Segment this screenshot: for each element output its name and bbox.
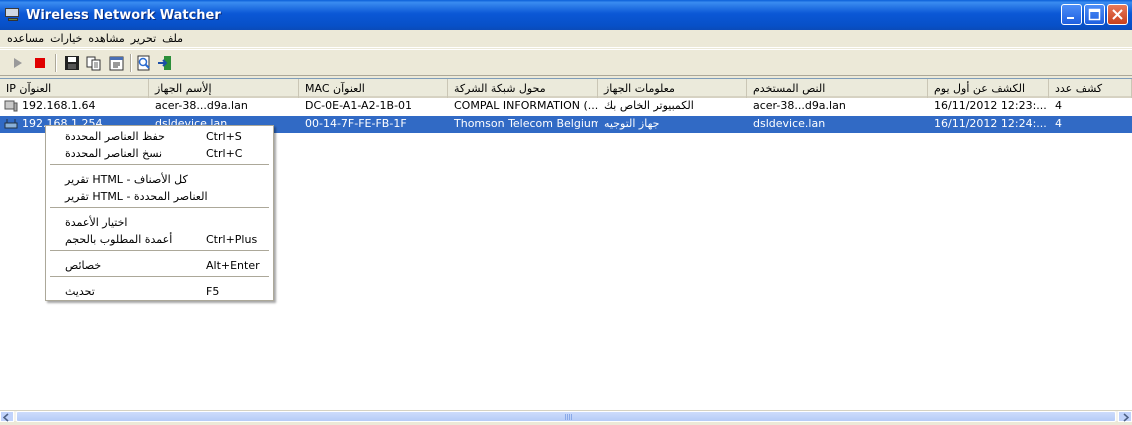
menu-item-refresh[interactable]: تحديث F5 [48,283,271,300]
column-mac[interactable]: MAC العنوآن [299,79,448,98]
menu-separator [50,164,269,166]
html-report-icon [137,55,150,71]
menu-item-label: نسخ العناصر المحددة [65,147,163,160]
menu-item-label: العناصر المحددة - HTML تقرير [65,190,208,203]
minimize-button[interactable] [1061,4,1082,25]
minimize-icon [1067,17,1074,19]
scroll-thumb[interactable] [16,411,1116,422]
scroll-right-button[interactable] [1118,411,1132,422]
save-button[interactable] [62,53,82,73]
cell-first-detected: 16/11/2012 12:24:... [934,117,1047,130]
menu-bar: ملف تحرير مشاهده خيارات مساعده [0,30,1132,48]
column-adapter[interactable]: محول شبكة الشركة [448,79,598,98]
menu-item-label: اختيار الأعمدة [65,216,128,229]
menu-separator [50,250,269,252]
cell-device-info: الكمبيوتر الخاص بك [604,99,694,112]
cell-device-name: acer-38...d9a.lan [155,99,248,112]
maximize-icon [1088,8,1101,21]
exit-icon [158,56,171,70]
app-icon [4,7,22,23]
menu-item-label: كل الأصناف - HTML تقرير [65,173,188,186]
menu-item-label: تحديث [65,285,95,298]
menu-help[interactable]: مساعده [4,31,47,46]
cell-first-detected: 16/11/2012 12:23:... [934,99,1047,112]
menu-item-copy-selected[interactable]: نسخ العناصر المحددة Ctrl+C [48,145,271,162]
menu-item-shortcut: Ctrl+S [206,130,242,143]
stop-button[interactable] [30,53,50,73]
menu-item-save-selected[interactable]: حفظ العناصر المحددة Ctrl+S [48,128,271,145]
menu-item-shortcut: F5 [206,285,220,298]
cell-detection-count: 4 [1055,117,1062,130]
cell-adapter: COMPAL INFORMATION (... [454,99,598,112]
cell-device-info: جهاز التوجيه [604,117,660,130]
menu-options[interactable]: خيارات [47,31,85,46]
menu-item-choose-columns[interactable]: اختيار الأعمدة [48,214,271,231]
window-title: Wireless Network Watcher [26,7,221,23]
column-detection-count[interactable]: كشف عدد [1049,79,1132,98]
column-header-row: العنوآن IP إلأسم الجهاز MAC العنوآن محول… [0,79,1132,98]
save-icon [65,56,79,70]
cell-detection-count: 4 [1055,99,1062,112]
cell-mac: 00-14-7F-FE-FB-1F [305,117,407,130]
toolbar [0,49,1132,76]
menu-item-properties[interactable]: خصائص Alt+Enter [48,257,271,274]
column-first-detected[interactable]: الكشف عن أول يوم [928,79,1049,98]
exit-button[interactable] [155,53,175,73]
copy-icon [86,56,101,71]
maximize-button[interactable] [1084,4,1105,25]
start-button[interactable] [8,53,28,73]
menu-item-label: أعمدة المطلوب بالحجم [65,233,173,246]
context-menu: حفظ العناصر المحددة Ctrl+S نسخ العناصر ا… [45,125,274,301]
menu-item-auto-size-columns[interactable]: أعمدة المطلوب بالحجم Ctrl+Plus [48,231,271,248]
menu-edit[interactable]: تحرير [128,31,159,46]
menu-item-shortcut: Ctrl+C [206,147,243,160]
column-device-info[interactable]: معلومات الجهاز [598,79,747,98]
cell-ip: 192.168.1.64 [22,99,96,112]
html-report-button[interactable] [134,53,154,73]
properties-button[interactable] [107,53,127,73]
menu-separator [50,207,269,209]
cell-mac: DC-0E-A1-A2-1B-01 [305,99,413,112]
menu-view[interactable]: مشاهده [85,31,127,46]
menu-item-html-report-all[interactable]: كل الأصناف - HTML تقرير [48,171,271,188]
title-bar[interactable]: Wireless Network Watcher [0,0,1132,30]
close-icon [1112,9,1123,20]
column-user-text[interactable]: النص المستخدم [747,79,928,98]
close-button[interactable] [1107,4,1128,25]
menu-item-label: حفظ العناصر المحددة [65,130,165,143]
table-row[interactable]: 192.168.1.64 acer-38...d9a.lan DC-0E-A1-… [0,98,1132,115]
cell-user-text: acer-38...d9a.lan [753,99,846,112]
properties-icon [109,56,124,71]
stop-icon [35,58,45,68]
column-device-name[interactable]: إلأسم الجهاز [149,79,299,98]
menu-item-html-report-selected[interactable]: العناصر المحددة - HTML تقرير [48,188,271,205]
column-ip[interactable]: العنوآن IP [0,79,149,98]
menu-file[interactable]: ملف [159,31,186,46]
menu-item-shortcut: Ctrl+Plus [206,233,258,246]
menu-separator [50,276,269,278]
play-icon [14,58,22,68]
copy-button[interactable] [84,53,104,73]
menu-item-shortcut: Alt+Enter [206,259,260,272]
horizontal-scrollbar[interactable] [0,410,1132,422]
menu-item-label: خصائص [65,259,102,272]
scroll-left-button[interactable] [0,411,14,422]
cell-user-text: dsldevice.lan [753,117,826,130]
cell-adapter: Thomson Telecom Belgium [454,117,598,130]
